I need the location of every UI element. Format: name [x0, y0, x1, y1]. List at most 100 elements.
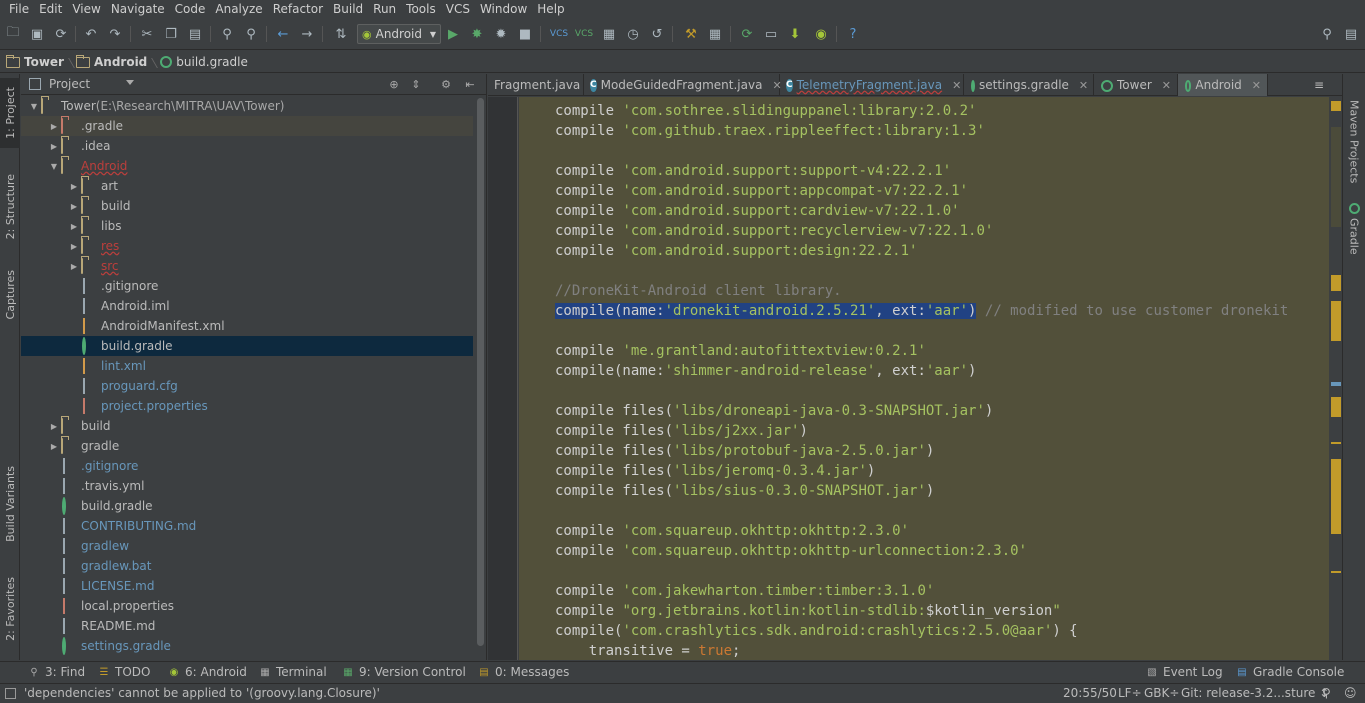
tree-item[interactable]: ▶ .gradle — [21, 116, 473, 136]
tree-item[interactable]: ▶ build — [21, 416, 473, 436]
menu-file[interactable]: File — [4, 0, 34, 18]
tree-item[interactable]: proguard.cfg — [21, 376, 473, 396]
tree-item[interactable]: local.properties — [21, 596, 473, 616]
collapse-arrow-icon[interactable]: ▶ — [47, 119, 61, 133]
tree-item[interactable]: ▶ build — [21, 196, 473, 216]
editor-scrollbar[interactable] — [1329, 97, 1342, 660]
copy-icon[interactable]: ❐ — [162, 25, 180, 43]
tree-item[interactable]: project.properties — [21, 396, 473, 416]
project-structure-icon[interactable]: ▦ — [706, 25, 724, 43]
android-monitor-icon[interactable]: ◉ — [812, 25, 830, 43]
sdk-manager-icon[interactable]: ⬇ — [786, 25, 804, 43]
project-view-selector[interactable]: Project — [49, 77, 90, 91]
close-icon[interactable]: ✕ — [1079, 79, 1088, 92]
menu-vcs[interactable]: VCS — [441, 0, 475, 18]
breadcrumb-item-tower[interactable]: Tower — [6, 55, 72, 69]
tree-item[interactable]: ▶ src — [21, 256, 473, 276]
tree-item[interactable]: ▶ res — [21, 236, 473, 256]
run-icon[interactable]: ▶ — [444, 25, 462, 43]
collapse-arrow-icon[interactable]: ▶ — [47, 439, 61, 453]
tool-window-android-tab[interactable]: ◉ 6: Android — [168, 665, 247, 679]
vcs-commit-icon[interactable]: VCS — [575, 25, 593, 43]
project-tree-scrollbar[interactable] — [476, 96, 485, 656]
menu-tools[interactable]: Tools — [401, 0, 441, 18]
tool-window-find-tab[interactable]: ⚲ 3: Find — [28, 665, 85, 679]
close-icon[interactable]: ✕ — [1252, 79, 1261, 92]
redo-icon[interactable]: ↷ — [106, 25, 124, 43]
tree-item[interactable]: ▶ gradle — [21, 436, 473, 456]
menu-view[interactable]: View — [67, 0, 105, 18]
tree-item[interactable]: lint.xml — [21, 356, 473, 376]
collapse-arrow-icon[interactable]: ▶ — [67, 259, 81, 273]
close-icon[interactable]: ✕ — [952, 79, 961, 92]
collapse-arrow-icon[interactable]: ▶ — [67, 199, 81, 213]
tool-window-project-tab[interactable]: 1: Project — [0, 78, 20, 148]
tool-window-gradle-tab[interactable]: Gradle — [1343, 202, 1365, 255]
tool-window-captures-tab[interactable]: Captures — [0, 260, 20, 330]
tree-item[interactable]: settings.gradle — [21, 636, 473, 656]
collapse-arrow-icon[interactable]: ▶ — [67, 179, 81, 193]
breadcrumb-item-build-gradle[interactable]: build.gradle — [159, 55, 256, 69]
tree-item[interactable]: gradlew — [21, 536, 473, 556]
tree-item[interactable]: AndroidManifest.xml — [21, 316, 473, 336]
tool-window-event-log-tab[interactable]: ▧ Event Log — [1146, 665, 1222, 679]
search-everywhere-icon[interactable]: ⚲ — [1318, 25, 1336, 43]
expand-arrow-icon[interactable]: ▼ — [47, 159, 61, 173]
menu-window[interactable]: Window — [475, 0, 532, 18]
tree-item[interactable]: .travis.yml — [21, 476, 473, 496]
collapse-arrow-icon[interactable]: ▶ — [47, 139, 61, 153]
tree-item[interactable]: .gitignore — [21, 276, 473, 296]
undo-icon[interactable]: ↶ — [82, 25, 100, 43]
scroll-from-source-icon[interactable]: ⊕ — [387, 77, 401, 91]
inspector-icon[interactable]: ☺ — [1344, 686, 1357, 700]
tool-window-todo-tab[interactable]: ☰ TODO — [98, 665, 151, 679]
tree-item[interactable]: build.gradle — [21, 336, 473, 356]
layout-icon[interactable]: ▤ — [1342, 25, 1360, 43]
editor-tab[interactable]: settings.gradle ✕ — [964, 74, 1094, 96]
tool-window-gradle-console-tab[interactable]: ▤ Gradle Console — [1236, 665, 1344, 679]
code-editor[interactable]: compile 'com.sothree.slidinguppanel:libr… — [519, 97, 1329, 660]
tree-item[interactable]: ▼ Android — [21, 156, 473, 176]
back-icon[interactable]: ← — [274, 25, 292, 43]
tree-item[interactable]: gradlew.bat — [21, 556, 473, 576]
vcs-update-icon[interactable]: VCS — [550, 25, 568, 43]
collapse-all-icon[interactable]: ⇕ — [409, 77, 423, 91]
file-encoding[interactable]: GBK÷ — [1144, 686, 1179, 700]
sync-icon[interactable]: ⟳ — [52, 25, 70, 43]
tree-item[interactable]: ▶ .idea — [21, 136, 473, 156]
make-project-icon[interactable]: ⇅ — [332, 25, 350, 43]
menu-code[interactable]: Code — [170, 0, 211, 18]
forward-icon[interactable]: → — [298, 25, 316, 43]
gear-icon[interactable]: ⚙ — [439, 77, 453, 91]
menu-build[interactable]: Build — [328, 0, 368, 18]
tool-window-maven-tab[interactable]: Maven Projects — [1343, 100, 1365, 183]
save-icon[interactable]: ▣ — [28, 25, 46, 43]
find-icon[interactable]: ⚲ — [218, 25, 236, 43]
editor-tab[interactable]: Android ✕ — [1178, 74, 1268, 96]
tool-window-favorites-tab[interactable]: 2: Favorites — [0, 569, 20, 649]
hide-panel-icon[interactable]: ⇤ — [463, 77, 477, 91]
tree-item[interactable]: LICENSE.md — [21, 576, 473, 596]
caret-position[interactable]: 20:55/50 — [1063, 686, 1117, 700]
tool-windows-toggle-icon[interactable] — [5, 688, 16, 699]
menu-navigate[interactable]: Navigate — [106, 0, 170, 18]
avd-manager-icon[interactable]: ▭ — [762, 25, 780, 43]
vcs-compare-icon[interactable]: ▦ — [600, 25, 618, 43]
attach-debugger-icon[interactable]: ✹ — [492, 25, 510, 43]
menu-help[interactable]: Help — [532, 0, 569, 18]
run-configuration-select[interactable]: ◉ Android ▼ — [357, 24, 441, 44]
tree-item[interactable]: build.gradle — [21, 496, 473, 516]
tool-window-version-control-tab[interactable]: ▦ 9: Version Control — [342, 665, 466, 679]
tool-window-messages-tab[interactable]: ▤ 0: Messages — [478, 665, 569, 679]
lock-icon[interactable]: ⚲ — [1322, 686, 1331, 700]
editor-tab[interactable]: C TelemetryFragment.java ✕ — [780, 74, 964, 96]
tool-window-terminal-tab[interactable]: ▦ Terminal — [259, 665, 326, 679]
paste-icon[interactable]: ▤ — [186, 25, 204, 43]
replace-icon[interactable]: ⚲ — [242, 25, 260, 43]
editor-tab[interactable]: C ModeGuidedFragment.java ✕ — [584, 74, 782, 96]
editor-tab[interactable]: Fragment.java — [488, 74, 584, 96]
debug-icon[interactable]: ✸ — [468, 25, 486, 43]
tree-item[interactable]: Android.iml — [21, 296, 473, 316]
tree-item[interactable]: README.md — [21, 616, 473, 636]
menu-edit[interactable]: Edit — [34, 0, 67, 18]
